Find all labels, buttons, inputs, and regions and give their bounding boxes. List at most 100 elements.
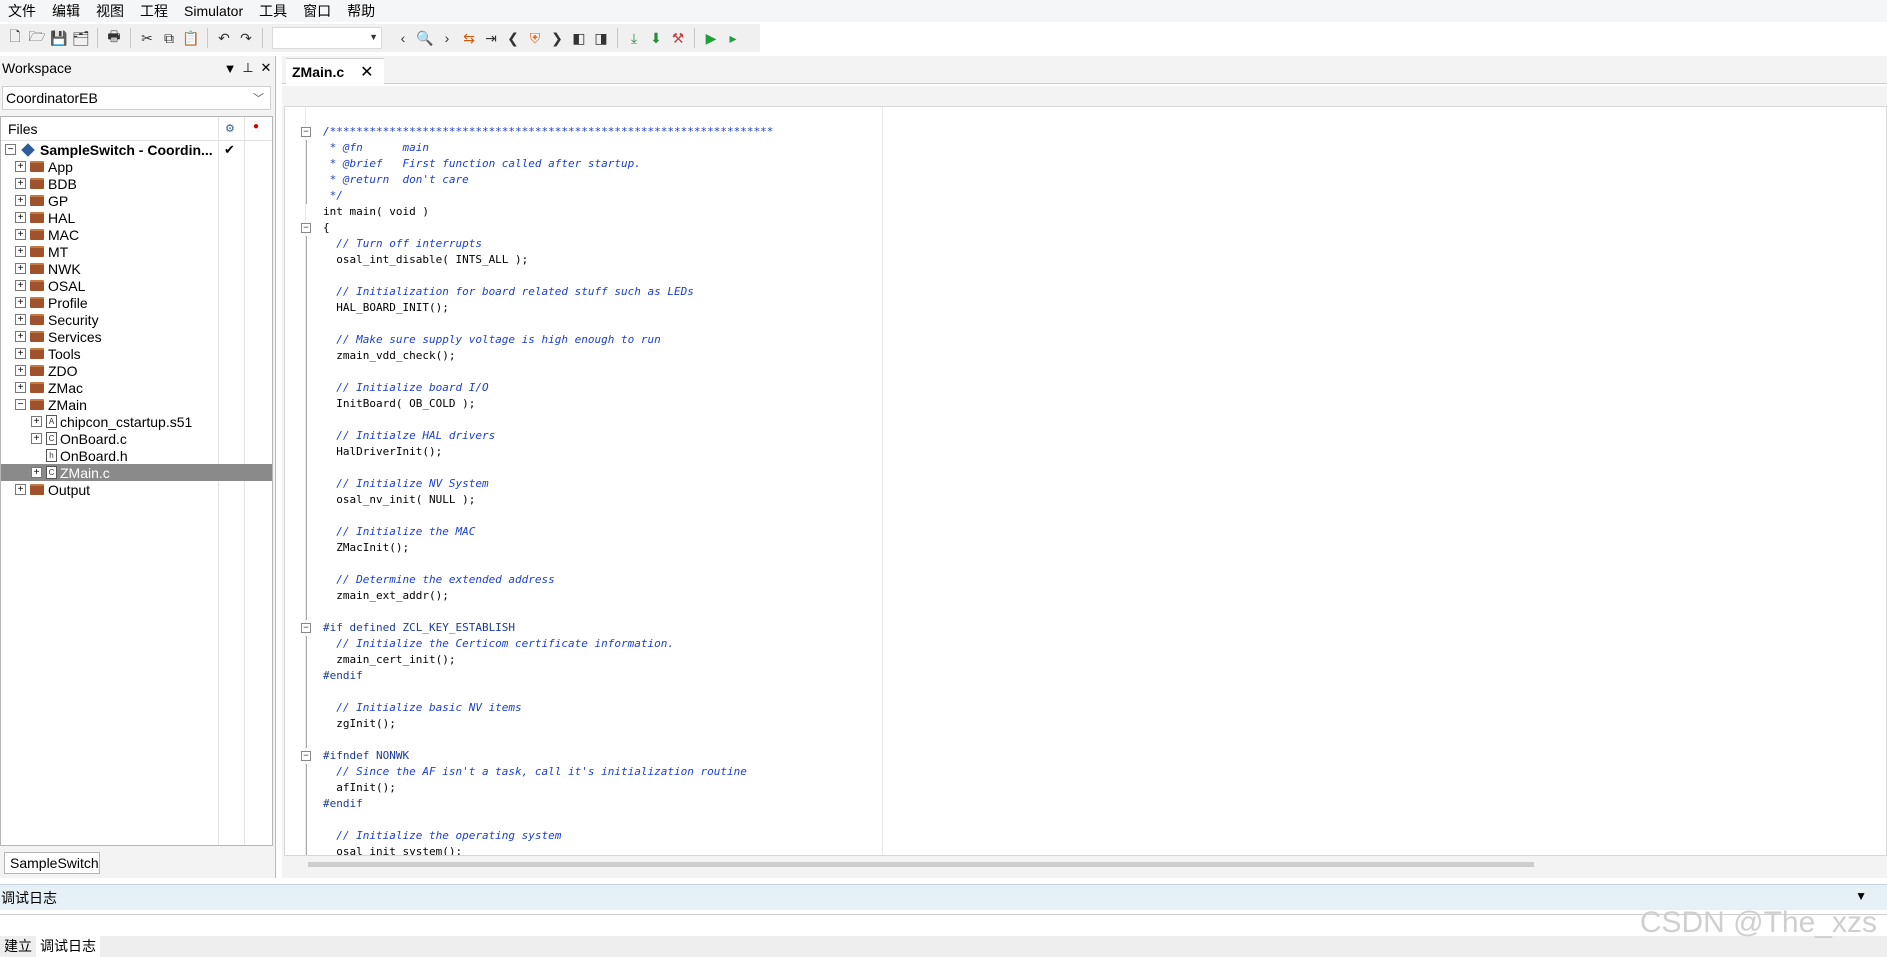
expand-icon[interactable]: + <box>31 416 42 427</box>
expand-icon[interactable]: + <box>15 314 26 325</box>
fold-collapse-icon[interactable]: − <box>301 623 311 633</box>
code-text: afInit(); <box>323 781 396 794</box>
expand-icon[interactable]: + <box>15 178 26 189</box>
tree-item-zmain[interactable]: − ZMain <box>1 396 272 413</box>
expand-icon[interactable]: + <box>15 212 26 223</box>
collapse-icon[interactable]: − <box>5 144 16 155</box>
tree-item-zmac[interactable]: + ZMac <box>1 379 272 396</box>
paste-icon[interactable]: 📋 <box>180 27 202 49</box>
expand-icon[interactable]: + <box>31 433 42 444</box>
tree-item-services[interactable]: + Services <box>1 328 272 345</box>
menu-item-0[interactable]: 文件 <box>0 0 44 22</box>
cut-icon[interactable]: ✂ <box>136 27 158 49</box>
tree-item-label: HAL <box>48 209 76 226</box>
expand-icon[interactable]: + <box>15 297 26 308</box>
workspace-tab-sampleswitch[interactable]: SampleSwitch <box>4 852 100 874</box>
find-icon[interactable]: 🔍 <box>414 27 436 49</box>
collapse-icon[interactable]: − <box>15 399 26 410</box>
tree-item-nwk[interactable]: + NWK <box>1 260 272 277</box>
tree-item-mt[interactable]: + MT <box>1 243 272 260</box>
copy-icon[interactable]: ⧉ <box>158 27 180 49</box>
download-icon[interactable]: ⤓ <box>623 27 645 49</box>
tree-item-gp[interactable]: + GP <box>1 192 272 209</box>
goto-icon[interactable]: ⇥ <box>480 27 502 49</box>
toggle-bookmark-icon[interactable]: ⇆ <box>458 27 480 49</box>
tree-item-osal[interactable]: + OSAL <box>1 277 272 294</box>
menu-item-5[interactable]: 工具 <box>251 0 295 22</box>
expand-icon[interactable]: + <box>15 382 26 393</box>
expand-icon[interactable]: + <box>15 331 26 342</box>
tree-item-hal[interactable]: + HAL <box>1 209 272 226</box>
tab-zmain-c[interactable]: ZMain.c ✕ <box>286 58 384 84</box>
tree-item-app[interactable]: + App <box>1 158 272 175</box>
tree-item-project[interactable]: − SampleSwitch - Coordin... ✔ <box>1 141 272 158</box>
close-tab-icon[interactable]: ✕ <box>360 62 373 82</box>
expand-icon[interactable]: + <box>15 484 26 495</box>
menu-item-1[interactable]: 编辑 <box>44 0 88 22</box>
menu-item-4[interactable]: Simulator <box>176 0 251 22</box>
options-icon[interactable]: ⚙ <box>225 122 235 135</box>
menu-item-3[interactable]: 工程 <box>132 0 176 22</box>
print-icon[interactable]: 🖶 <box>103 27 125 49</box>
expand-icon[interactable]: + <box>15 263 26 274</box>
tree-item-zdo[interactable]: + ZDO <box>1 362 272 379</box>
expand-icon[interactable]: + <box>15 246 26 257</box>
toolbar-separator <box>97 28 98 48</box>
prev-file-icon[interactable]: ◧ <box>568 27 590 49</box>
menu-item-2[interactable]: 视图 <box>88 0 132 22</box>
tree-item-file-2[interactable]: h OnBoard.h <box>1 447 272 464</box>
code-editor[interactable]: − /**************************************… <box>284 106 1887 856</box>
fold-collapse-icon[interactable]: − <box>301 223 311 233</box>
expand-icon[interactable]: + <box>15 195 26 206</box>
tree-item-file-0[interactable]: + Achipcon_cstartup.s51 <box>1 413 272 430</box>
forward-icon[interactable]: › <box>436 27 458 49</box>
tab-build[interactable]: 建立 <box>0 936 36 957</box>
menu-item-6[interactable]: 窗口 <box>295 0 339 22</box>
tree-item-bdb[interactable]: + BDB <box>1 175 272 192</box>
tree-item-file-1[interactable]: + C OnBoard.c <box>1 430 272 447</box>
next-file-icon[interactable]: ◨ <box>590 27 612 49</box>
pin-icon[interactable]: ⊥ <box>239 60 257 76</box>
toolbar: 🗋 🗁 💾 🗂 🖶 ✂ ⧉ 📋 ↶ ↷ ▼ ‹ 🔍 › ⇆ ⇥ ❮ ⛨ ❯ ◧ ◨ ⤓ ⬇ ⚒ ▶ ▸ <box>0 24 760 52</box>
tree-item-mac[interactable]: + MAC <box>1 226 272 243</box>
bookmark-shield-icon[interactable]: ⛨ <box>524 27 546 49</box>
scrollbar-thumb[interactable] <box>308 862 1534 867</box>
expand-icon[interactable]: + <box>15 365 26 376</box>
expand-icon[interactable]: + <box>15 161 26 172</box>
tree-item-tools[interactable]: + Tools <box>1 345 272 362</box>
download-debug-icon[interactable]: ⬇ <box>645 27 667 49</box>
search-combo[interactable]: ▼ <box>272 27 382 49</box>
run-icon[interactable]: ▸ <box>722 27 744 49</box>
expand-icon[interactable]: + <box>15 348 26 359</box>
undo-icon[interactable]: ↶ <box>213 27 235 49</box>
tree-item-output[interactable]: + Output <box>1 481 272 498</box>
fold-line <box>306 252 307 268</box>
breakpoint-icon[interactable]: ● <box>253 121 259 132</box>
save-all-icon[interactable]: 🗂 <box>70 27 92 49</box>
make-icon[interactable]: ⚒ <box>667 27 689 49</box>
dropdown-arrow-icon[interactable]: ▼ <box>221 61 239 76</box>
fold-collapse-icon[interactable]: − <box>301 127 311 137</box>
configuration-select[interactable]: CoordinatorEB ﹀ <box>2 86 271 110</box>
open-file-icon[interactable]: 🗁 <box>26 27 48 49</box>
back-icon[interactable]: ‹ <box>392 27 414 49</box>
prev-icon[interactable]: ❮ <box>502 27 524 49</box>
expand-icon[interactable]: + <box>15 229 26 240</box>
new-file-icon[interactable]: 🗋 <box>4 27 26 49</box>
tree-item-profile[interactable]: + Profile <box>1 294 272 311</box>
next-icon[interactable]: ❯ <box>546 27 568 49</box>
horizontal-scrollbar[interactable] <box>304 858 1834 870</box>
tree-item-security[interactable]: + Security <box>1 311 272 328</box>
expand-icon[interactable]: + <box>31 467 42 478</box>
menu-item-7[interactable]: 帮助 <box>339 0 383 22</box>
tab-debug-log[interactable]: 调试日志 <box>36 936 100 957</box>
expand-icon[interactable]: + <box>15 280 26 291</box>
fold-collapse-icon[interactable]: − <box>301 751 311 761</box>
close-icon[interactable]: ✕ <box>257 60 275 76</box>
dropdown-arrow-icon[interactable]: ▼ <box>1855 889 1867 903</box>
redo-icon[interactable]: ↷ <box>235 27 257 49</box>
save-icon[interactable]: 💾 <box>48 27 70 49</box>
debug-start-icon[interactable]: ▶ <box>700 27 722 49</box>
fold-line <box>306 284 307 300</box>
tree-item-file-3[interactable]: + C ZMain.c <box>1 464 272 481</box>
